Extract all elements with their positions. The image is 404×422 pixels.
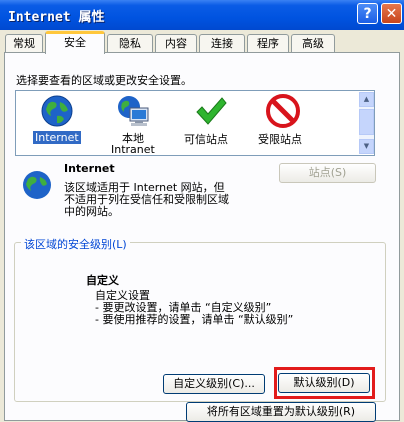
tab-general[interactable]: 常规	[5, 34, 43, 52]
close-button[interactable]: ✕	[381, 3, 402, 24]
title-bar: Internet 属性 ? ✕	[0, 0, 404, 30]
zone-scrollbar[interactable]: ▲ ▼	[359, 92, 374, 154]
security-level-group-label: 该区域的安全级别(L)	[21, 236, 130, 252]
scroll-down-icon[interactable]: ▼	[359, 139, 374, 154]
no-entry-icon[interactable]	[266, 94, 300, 128]
scroll-thumb[interactable]	[359, 109, 374, 135]
zone-internet-label[interactable]: Internet	[33, 131, 81, 144]
globe-icon[interactable]	[40, 94, 74, 128]
custom-level-button[interactable]: 自定义级别(C)...	[163, 374, 265, 394]
window-title: Internet 属性	[8, 10, 105, 25]
tab-advanced[interactable]: 高级	[291, 34, 335, 52]
zone-restricted-label[interactable]: 受限站点	[258, 131, 302, 147]
level-title: 自定义	[86, 274, 119, 287]
tab-content[interactable]: 内容	[155, 34, 197, 52]
tab-privacy[interactable]: 隐私	[107, 34, 153, 52]
highlight-box	[274, 367, 375, 399]
tab-programs[interactable]: 程序	[247, 34, 289, 52]
checkmark-icon[interactable]	[194, 94, 228, 128]
tab-connections[interactable]: 连接	[199, 34, 245, 52]
level-line-3: - 要使用推荐的设置，请单击 “默认级别”	[95, 313, 294, 326]
zone-trusted-label[interactable]: 可信站点	[184, 131, 228, 147]
zone-intranet-label-2[interactable]: Intranet	[111, 143, 155, 156]
help-button[interactable]: ?	[357, 3, 378, 24]
zone-detail-title: Internet	[64, 162, 115, 175]
reset-all-zones-button[interactable]: 将所有区域重置为默认级别(R)	[186, 402, 376, 422]
zone-detail-description: 该区域适用于 Internet 网站，但 不适用于列在受信任和受限制区域 中的网…	[64, 182, 229, 218]
sites-button[interactable]: 站点(S)	[279, 163, 376, 183]
zone-detail-globe-icon	[20, 168, 54, 202]
scroll-up-icon[interactable]: ▲	[359, 92, 374, 107]
level-description: 自定义设置 - 要更改设置，请单击 “自定义级别” - 要使用推荐的设置，请单击…	[95, 290, 293, 326]
zone-desc-line-3: 中的网站。	[64, 205, 119, 218]
zone-instruction: 选择要查看的区域或更改安全设置。	[16, 74, 192, 87]
local-intranet-icon[interactable]	[116, 94, 152, 128]
tab-security[interactable]: 安全	[45, 31, 105, 54]
